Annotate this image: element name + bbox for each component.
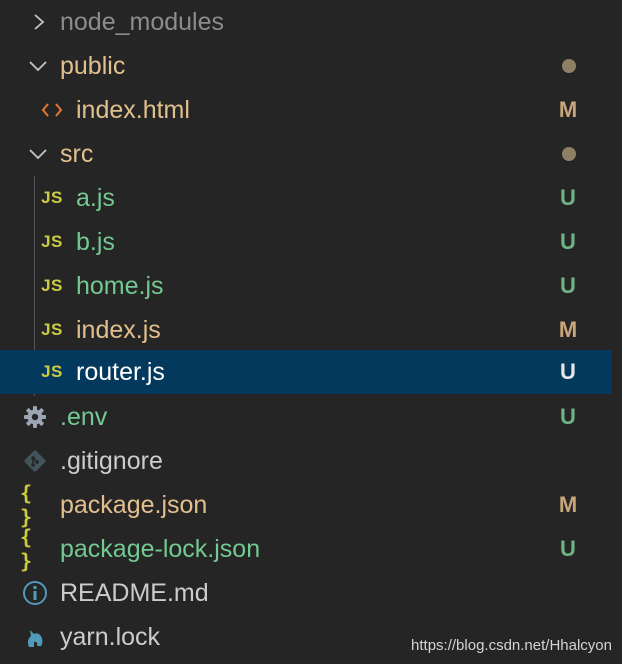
tree-item-label: .env [60, 403, 108, 431]
js-file-icon: JS [41, 320, 63, 339]
json-braces-icon: { } [20, 525, 35, 573]
tree-item-label: yarn.lock [60, 623, 161, 651]
tree-item-src[interactable]: src [0, 132, 612, 176]
git-icon [22, 439, 48, 483]
tree-item-node-modules[interactable]: node_modules [0, 0, 612, 44]
tree-item-label: .gitignore [60, 447, 163, 475]
watermark-text: https://blog.csdn.net/Hhalcyon [411, 637, 612, 654]
tree-item-label: package.json [60, 491, 208, 519]
git-status-badge: U [560, 404, 576, 429]
tree-item-b-js[interactable]: JS b.js U [0, 220, 612, 264]
git-status-badge: U [560, 185, 576, 210]
chevron-down-icon[interactable] [25, 44, 51, 88]
js-file-icon: JS [41, 276, 63, 295]
tree-item-router-js[interactable]: JS router.js U [0, 350, 612, 394]
tree-item-label: a.js [76, 184, 115, 212]
tree-item-label: node_modules [60, 8, 225, 36]
tree-item-package-json[interactable]: { } package.json M [0, 481, 612, 529]
json-braces-icon: { } [20, 481, 35, 529]
js-file-icon: JS [41, 362, 63, 381]
gear-icon [22, 395, 48, 439]
info-icon [22, 571, 48, 615]
tree-item-label: b.js [76, 228, 115, 256]
git-status-badge: M [558, 317, 578, 342]
yarn-cat-icon [22, 615, 48, 659]
chevron-right-icon[interactable] [26, 0, 52, 44]
modified-dot-indicator [562, 147, 576, 161]
tree-item-a-js[interactable]: JS a.js U [0, 176, 612, 220]
tree-item-gitignore[interactable]: .gitignore [0, 439, 612, 483]
html-file-icon [39, 88, 65, 132]
tree-item-label: index.html [76, 96, 190, 124]
tree-item-readme-md[interactable]: README.md [0, 571, 612, 615]
tree-item-index-html[interactable]: index.html M [0, 88, 612, 132]
git-status-badge: U [560, 273, 576, 298]
tree-item-label: src [60, 140, 94, 168]
tree-item-home-js[interactable]: JS home.js U [0, 264, 612, 308]
tree-item-label: index.js [76, 316, 161, 344]
tree-item-label: home.js [76, 272, 164, 300]
js-file-icon: JS [41, 232, 63, 251]
tree-item-public[interactable]: public [0, 44, 612, 88]
tree-item-label: package-lock.json [60, 535, 261, 563]
git-status-badge: M [558, 492, 578, 517]
tree-item-package-lock-json[interactable]: { } package-lock.json U [0, 525, 612, 573]
modified-dot-indicator [562, 59, 576, 73]
chevron-down-icon[interactable] [25, 132, 51, 176]
js-file-icon: JS [41, 188, 63, 207]
git-status-badge: U [560, 229, 576, 254]
tree-item-label: public [60, 52, 126, 80]
tree-item-env[interactable]: .env U [0, 395, 612, 439]
tree-item-index-js[interactable]: JS index.js M [0, 308, 612, 352]
git-status-badge: U [560, 536, 576, 561]
tree-item-label: router.js [76, 358, 165, 386]
git-status-badge: M [558, 97, 578, 122]
tree-item-label: README.md [60, 579, 209, 607]
git-status-badge: U [560, 359, 576, 384]
file-explorer: node_modules public index.html M src JS … [0, 0, 622, 664]
